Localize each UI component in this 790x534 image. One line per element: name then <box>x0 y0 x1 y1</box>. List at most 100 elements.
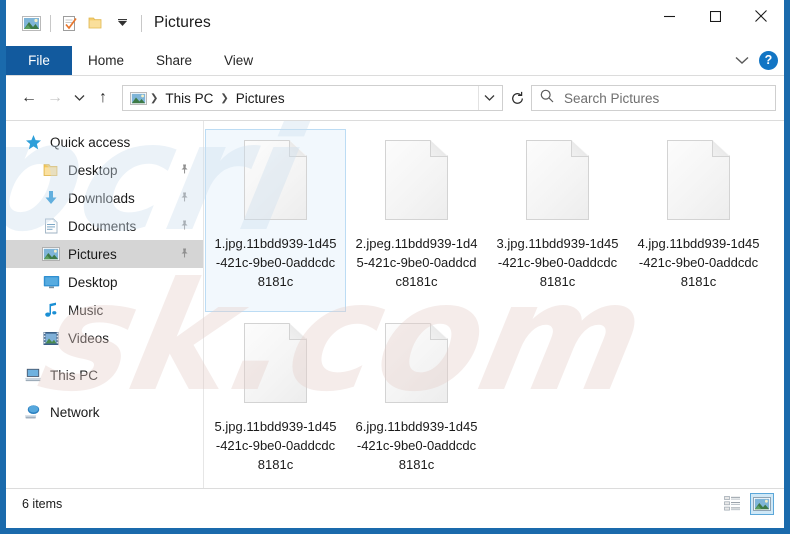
network-icon <box>24 403 42 421</box>
tab-file[interactable]: File <box>6 46 72 75</box>
sidebar-item-downloads[interactable]: Downloads <box>6 184 203 212</box>
file-item[interactable]: 5.jpg.11bdd939-1d45-421c-9be0-0addcdc818… <box>205 312 346 488</box>
blank-document-icon <box>667 140 730 220</box>
sidebar-item-music[interactable]: Music <box>6 296 203 324</box>
breadcrumb-separator-1: ❯ <box>150 92 159 104</box>
file-item[interactable]: 3.jpg.11bdd939-1d45-421c-9be0-0addcdc818… <box>487 129 628 312</box>
pin-icon[interactable] <box>175 189 193 207</box>
file-item[interactable]: 6.jpg.11bdd939-1d45-421c-9be0-0addcdc818… <box>346 312 487 488</box>
address-dropdown-icon[interactable] <box>478 86 500 110</box>
pin-icon[interactable] <box>175 217 193 235</box>
sidebar-item-quick-access[interactable]: Quick access <box>6 128 203 156</box>
pin-icon[interactable] <box>175 245 193 263</box>
checkbox-properties-icon[interactable] <box>57 10 83 36</box>
sidebar-label: Desktop <box>68 162 118 178</box>
quick-access-toolbar: Pictures <box>6 0 211 46</box>
ribbon-controls: ? <box>735 46 778 75</box>
large-icons-view-button[interactable] <box>750 492 774 515</box>
file-explorer-window: Pictures File Home Share View ? ← → ↑ ❯ … <box>0 0 790 534</box>
forward-button[interactable]: → <box>42 85 68 111</box>
document-icon <box>42 217 60 235</box>
window-controls <box>646 0 784 32</box>
item-count: 6 items <box>22 496 63 511</box>
file-name: 6.jpg.11bdd939-1d45-421c-9be0-0addcdc818… <box>355 419 478 472</box>
video-icon <box>42 329 60 347</box>
search-input[interactable]: Search Pictures <box>564 91 659 106</box>
folder-icon <box>42 161 60 179</box>
window-title: Pictures <box>154 14 211 31</box>
blank-document-icon <box>385 323 448 403</box>
navigation-bar: ← → ↑ ❯ This PC ❯ Pictures Search Pictur… <box>6 76 784 120</box>
music-note-icon <box>42 301 60 319</box>
sidebar-label: Videos <box>68 330 110 346</box>
sidebar-item-pictures[interactable]: Pictures <box>6 240 203 268</box>
blank-document-icon <box>526 140 589 220</box>
sidebar-label: Pictures <box>68 246 117 262</box>
up-button[interactable]: ↑ <box>90 85 116 111</box>
search-icon <box>540 89 554 108</box>
sidebar-label: Downloads <box>68 190 135 206</box>
tab-view[interactable]: View <box>208 46 269 75</box>
breadcrumb: ❯ This PC ❯ Pictures <box>129 89 478 107</box>
minimize-button[interactable] <box>646 0 692 32</box>
sidebar-item-videos[interactable]: Videos <box>6 324 203 352</box>
sidebar-label: This PC <box>50 367 99 383</box>
chevron-down-icon[interactable] <box>735 52 749 70</box>
sidebar-label: Music <box>68 302 104 318</box>
star-icon <box>24 133 42 151</box>
file-item[interactable]: 1.jpg.11bdd939-1d45-421c-9be0-0addcdc818… <box>205 129 346 312</box>
sidebar-label: Desktop <box>68 274 118 290</box>
picture-icon <box>129 89 147 107</box>
folder-icon[interactable] <box>83 10 109 36</box>
sidebar-item-desktop[interactable]: Desktop <box>6 156 203 184</box>
computer-icon <box>24 366 42 384</box>
search-box[interactable]: Search Pictures <box>531 85 776 111</box>
help-button[interactable]: ? <box>759 51 778 70</box>
blank-document-icon <box>244 140 307 220</box>
blank-document-icon <box>385 140 448 220</box>
download-icon <box>42 189 60 207</box>
sidebar-item-network[interactable]: Network <box>6 398 203 426</box>
breadcrumb-this-pc[interactable]: This PC <box>161 91 217 106</box>
picture-icon <box>18 10 44 36</box>
monitor-icon <box>42 273 60 291</box>
file-list-pane[interactable]: 1.jpg.11bdd939-1d45-421c-9be0-0addcdc818… <box>204 121 784 488</box>
toolbar-separator-2 <box>141 14 142 32</box>
recent-locations-button[interactable] <box>68 85 90 111</box>
breadcrumb-pictures[interactable]: Pictures <box>232 91 289 106</box>
sidebar-item-documents[interactable]: Documents <box>6 212 203 240</box>
details-view-button[interactable] <box>720 493 744 515</box>
sidebar-item-this-pc[interactable]: This PC <box>6 361 203 389</box>
file-name: 1.jpg.11bdd939-1d45-421c-9be0-0addcdc818… <box>214 236 337 289</box>
file-item[interactable]: 2.jpeg.11bdd939-1d45-421c-9be0-0addcdc81… <box>346 129 487 312</box>
window-content: Pictures File Home Share View ? ← → ↑ ❯ … <box>6 0 784 528</box>
chevron-down-icon[interactable] <box>109 10 135 36</box>
close-button[interactable] <box>738 0 784 32</box>
navigation-pane: Quick access Desktop Downloads Documents… <box>6 121 204 488</box>
maximize-button[interactable] <box>692 0 738 32</box>
explorer-body: Quick access Desktop Downloads Documents… <box>6 120 784 488</box>
ribbon-tab-bar: File Home Share View ? <box>6 46 784 76</box>
view-buttons <box>720 492 774 515</box>
sidebar-label: Documents <box>68 218 137 234</box>
blank-document-icon <box>244 323 307 403</box>
file-grid: 1.jpg.11bdd939-1d45-421c-9be0-0addcdc818… <box>204 129 784 488</box>
toolbar-separator <box>50 14 51 32</box>
address-bar[interactable]: ❯ This PC ❯ Pictures <box>122 85 503 111</box>
back-button[interactable]: ← <box>16 85 42 111</box>
refresh-button[interactable] <box>503 85 531 111</box>
sidebar-label: Quick access <box>50 134 131 150</box>
title-bar: Pictures <box>6 0 784 46</box>
file-name: 3.jpg.11bdd939-1d45-421c-9be0-0addcdc818… <box>496 236 619 289</box>
picture-icon <box>42 245 60 263</box>
sidebar-item-desktop-2[interactable]: Desktop <box>6 268 203 296</box>
tab-home[interactable]: Home <box>72 46 140 75</box>
file-item[interactable]: 4.jpg.11bdd939-1d45-421c-9be0-0addcdc818… <box>628 129 769 312</box>
sidebar-label: Network <box>50 404 100 420</box>
status-bar: 6 items <box>6 488 784 518</box>
tab-share[interactable]: Share <box>140 46 208 75</box>
file-name: 5.jpg.11bdd939-1d45-421c-9be0-0addcdc818… <box>214 419 337 472</box>
pin-icon[interactable] <box>175 161 193 179</box>
